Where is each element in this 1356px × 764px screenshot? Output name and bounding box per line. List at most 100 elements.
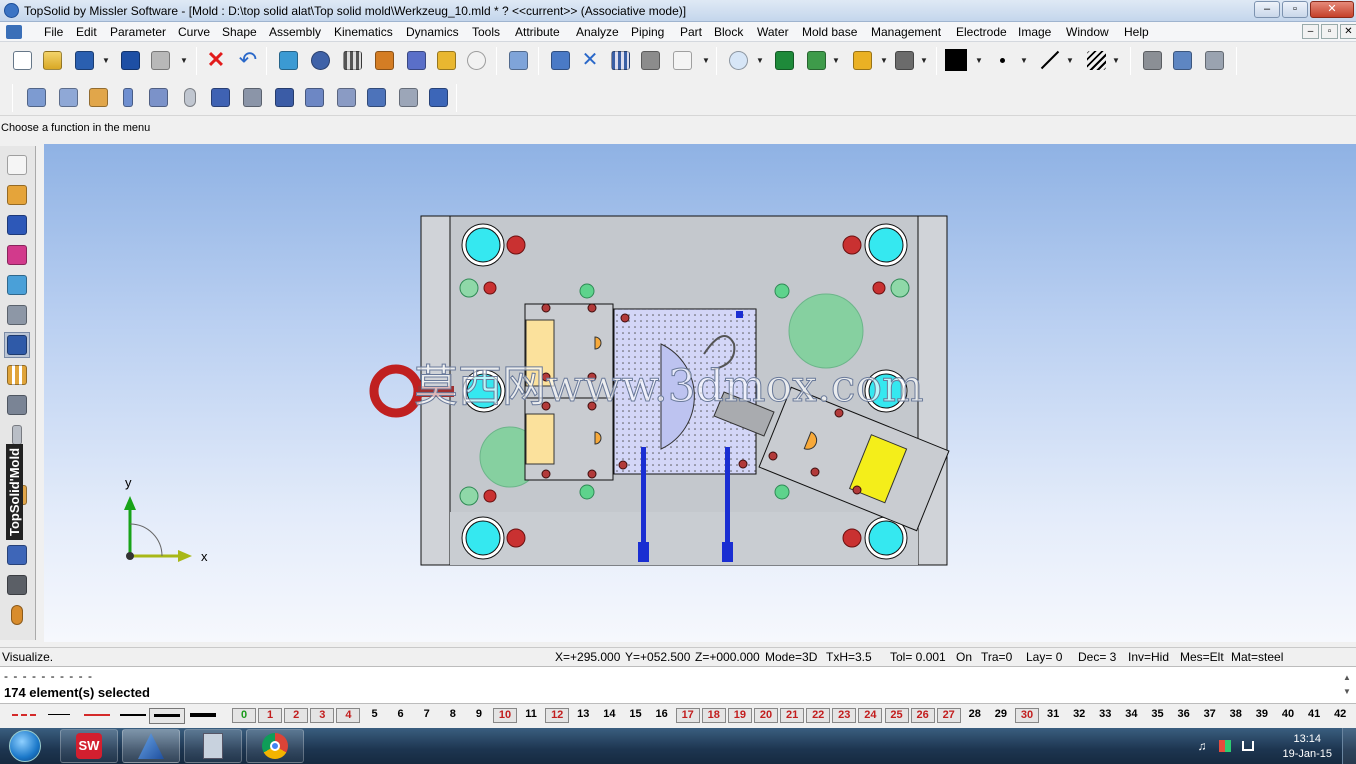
layer-button-3[interactable]: 3 xyxy=(310,708,335,723)
menu-kinematics[interactable]: Kinematics xyxy=(334,25,393,39)
chrome-icon[interactable] xyxy=(246,729,304,763)
slider-icon[interactable] xyxy=(364,85,388,109)
pin-icon[interactable] xyxy=(116,85,140,109)
stack-icon[interactable] xyxy=(4,572,30,598)
eye-icon[interactable] xyxy=(464,48,488,72)
assembly-icon[interactable] xyxy=(334,85,358,109)
layer-button-32[interactable]: 32 xyxy=(1067,708,1091,723)
lifter-icon[interactable] xyxy=(396,85,420,109)
line-style-icon[interactable] xyxy=(1038,48,1062,72)
line-type-thick[interactable] xyxy=(190,713,216,717)
curve-icon[interactable] xyxy=(4,182,30,208)
menu-analyze[interactable]: Analyze xyxy=(576,25,619,39)
surface-icon[interactable] xyxy=(4,242,30,268)
status-decimals[interactable]: Dec= 3 xyxy=(1078,650,1116,664)
ejector-icon[interactable] xyxy=(302,85,326,109)
stack-icon[interactable] xyxy=(146,85,170,109)
filter-icon[interactable] xyxy=(608,48,632,72)
line-type-thin[interactable] xyxy=(48,714,70,715)
layer-button-20[interactable]: 20 xyxy=(754,708,778,723)
refresh-icon[interactable] xyxy=(276,48,300,72)
info-icon[interactable] xyxy=(118,48,142,72)
camera-icon[interactable] xyxy=(1140,48,1164,72)
brush-icon[interactable] xyxy=(434,48,458,72)
menu-window[interactable]: Window xyxy=(1066,25,1109,39)
menu-water[interactable]: Water xyxy=(757,25,789,39)
magnet-icon[interactable] xyxy=(638,48,662,72)
layer-button-37[interactable]: 37 xyxy=(1198,708,1222,723)
menu-parameter[interactable]: Parameter xyxy=(110,25,166,39)
zoom-icon[interactable] xyxy=(726,48,750,72)
app-icon[interactable] xyxy=(4,3,19,18)
layer-button-7[interactable]: 7 xyxy=(415,708,439,723)
bolt-icon[interactable] xyxy=(4,542,30,568)
menu-part[interactable]: Part xyxy=(680,25,702,39)
mold-icon[interactable] xyxy=(4,272,30,298)
layer-button-36[interactable]: 36 xyxy=(1172,708,1196,723)
layer-button-39[interactable]: 39 xyxy=(1250,708,1274,723)
shape-icon[interactable] xyxy=(4,302,30,328)
menu-piping[interactable]: Piping xyxy=(631,25,664,39)
menu-curve[interactable]: Curve xyxy=(178,25,210,39)
layer-button-40[interactable]: 40 xyxy=(1276,708,1300,723)
scroll-down-icon[interactable]: ▼ xyxy=(1342,685,1352,699)
delete-icon[interactable]: ✕ xyxy=(204,48,228,72)
layer-button-34[interactable]: 34 xyxy=(1119,708,1143,723)
chevron-down-icon[interactable]: ▼ xyxy=(1020,55,1028,67)
3d-view-icon[interactable] xyxy=(1202,48,1226,72)
menu-file[interactable]: File xyxy=(44,25,63,39)
layer-button-0[interactable]: 0 xyxy=(232,708,256,723)
layer-button-5[interactable]: 5 xyxy=(363,708,387,723)
slab-icon[interactable] xyxy=(24,85,48,109)
layer-button-18[interactable]: 18 xyxy=(701,708,726,723)
layer-button-6[interactable]: 6 xyxy=(389,708,413,723)
redraw-icon[interactable] xyxy=(308,48,332,72)
line-type-medium[interactable] xyxy=(120,714,146,716)
close-button[interactable]: ✕ xyxy=(1310,1,1354,18)
cut-icon[interactable] xyxy=(506,48,530,72)
layer-button-4[interactable]: 4 xyxy=(336,708,361,723)
start-button[interactable] xyxy=(2,729,48,763)
trim-icon[interactable]: ✕ xyxy=(578,48,602,72)
menu-help[interactable]: Help xyxy=(1124,25,1149,39)
chevron-down-icon[interactable]: ▼ xyxy=(756,55,764,67)
layer-button-13[interactable]: 13 xyxy=(571,708,595,723)
chevron-down-icon[interactable]: ▼ xyxy=(702,55,710,67)
plate-icon[interactable] xyxy=(4,392,30,418)
clock[interactable]: 13:14 19-Jan-15 xyxy=(1282,732,1332,762)
box-icon[interactable] xyxy=(86,85,110,109)
pencil-icon[interactable] xyxy=(670,48,694,72)
catia-icon[interactable] xyxy=(122,729,180,763)
drop-icon[interactable] xyxy=(4,602,30,628)
new-file-icon[interactable] xyxy=(10,48,34,72)
layer-button-28[interactable]: 28 xyxy=(963,708,987,723)
minimize-button[interactable]: – xyxy=(1254,1,1280,18)
layer-button-12[interactable]: 12 xyxy=(545,708,570,723)
layer-button-31[interactable]: 31 xyxy=(1041,708,1065,723)
layer-button-9[interactable]: 9 xyxy=(467,708,491,723)
hatch-icon[interactable] xyxy=(1084,48,1108,72)
layer-button-10[interactable]: 10 xyxy=(493,708,517,723)
chevron-down-icon[interactable]: ▼ xyxy=(1066,55,1074,67)
layer-button-8[interactable]: 8 xyxy=(441,708,465,723)
scanner-icon[interactable] xyxy=(1170,48,1194,72)
bars-icon[interactable] xyxy=(4,362,30,388)
show-desktop-button[interactable] xyxy=(1342,728,1356,764)
point-style-icon[interactable] xyxy=(990,48,1014,72)
status-on[interactable]: On xyxy=(956,650,972,664)
status-measure[interactable]: Mes=Elt xyxy=(1180,650,1224,664)
menu-attribute[interactable]: Attribute xyxy=(515,25,560,39)
menu-shape[interactable]: Shape xyxy=(222,25,257,39)
layer-button-33[interactable]: 33 xyxy=(1093,708,1117,723)
line-type-dash-red[interactable] xyxy=(12,714,36,716)
layer-button-30[interactable]: 30 xyxy=(1015,708,1039,723)
save-icon[interactable] xyxy=(72,48,96,72)
layer-button-1[interactable]: 1 xyxy=(258,708,283,723)
render-icon[interactable] xyxy=(850,48,874,72)
calculator-icon[interactable] xyxy=(184,729,242,763)
layer-button-15[interactable]: 15 xyxy=(624,708,648,723)
hammer-icon[interactable] xyxy=(372,48,396,72)
solid-icon[interactable] xyxy=(4,212,30,238)
chevron-down-icon[interactable]: ▼ xyxy=(102,55,110,67)
menu-dynamics[interactable]: Dynamics xyxy=(406,25,459,39)
